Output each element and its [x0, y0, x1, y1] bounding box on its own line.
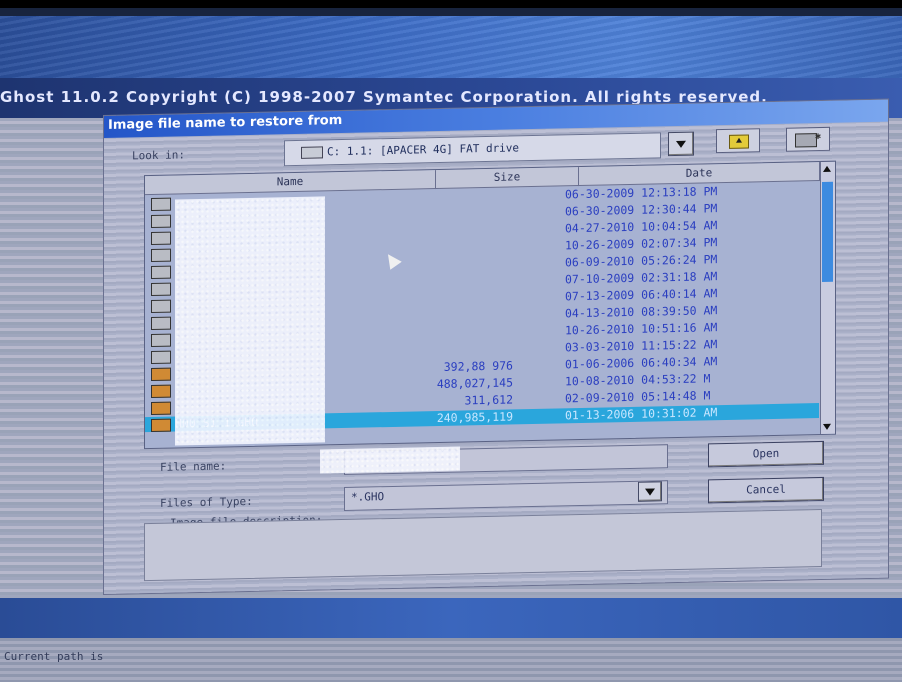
open-button[interactable]: Open	[708, 440, 824, 468]
file-size-cell	[385, 273, 513, 276]
dialog-title: Image file name to restore from	[108, 113, 343, 133]
up-one-level-button[interactable]	[716, 128, 760, 154]
scroll-down-icon[interactable]	[823, 423, 831, 430]
scroll-up-icon[interactable]	[823, 165, 831, 172]
folder-icon	[151, 231, 171, 246]
app-title: Ghost 11.0.2 Copyright (C) 1998-2007 Sym…	[0, 88, 768, 106]
image-file-icon	[151, 384, 171, 399]
file-size-cell: 240,985,119	[436, 409, 513, 426]
folder-icon	[151, 316, 171, 331]
drive-icon	[301, 146, 323, 159]
redaction-mask	[175, 196, 325, 446]
image-file-icon	[151, 418, 171, 433]
file-date-cell: 01-13-2006 10:31:02 AM	[565, 405, 718, 423]
folder-icon	[151, 282, 171, 297]
folder-icon	[151, 197, 171, 212]
scroll-thumb[interactable]	[822, 181, 833, 282]
sparkle-icon: ✱	[815, 130, 822, 143]
file-date-cell: 04-27-2010 10:04:54 AM	[565, 218, 718, 236]
cancel-button[interactable]: Cancel	[708, 476, 824, 504]
file-size-cell	[385, 256, 513, 259]
file-date-cell: 10-26-2010 10:51:16 AM	[565, 320, 718, 338]
folder-icon	[151, 265, 171, 280]
file-date-cell: 03-03-2010 11:15:22 AM	[565, 337, 718, 355]
folder-icon	[151, 333, 171, 348]
file-name-label: File name:	[160, 459, 227, 474]
file-size-cell	[385, 324, 513, 327]
restore-image-dialog: Image file name to restore from Look in:…	[104, 99, 888, 594]
file-size-cell	[385, 290, 513, 293]
file-size-cell: 488,027,145	[436, 375, 513, 392]
file-size-cell	[385, 222, 513, 225]
status-bar: Current path is	[0, 638, 902, 682]
file-size-cell	[385, 341, 513, 344]
file-date-cell: 10-26-2009 02:07:34 PM	[565, 235, 718, 253]
file-date-cell: 07-10-2009 02:31:18 AM	[565, 269, 718, 287]
new-folder-button[interactable]: ✱	[786, 126, 830, 152]
chevron-down-icon	[645, 488, 655, 496]
file-date-cell: 02-09-2010 05:14:48 M	[565, 388, 711, 406]
files-of-type-value: *.GHO	[351, 490, 385, 504]
file-size-cell: 311,612	[464, 392, 513, 408]
file-date-cell: 07-13-2009 06:40:14 AM	[565, 286, 718, 304]
file-size-cell	[385, 307, 513, 310]
image-file-icon	[151, 367, 171, 382]
monitor-screen: Ghost 11.0.2 Copyright (C) 1998-2007 Sym…	[0, 0, 902, 682]
look-in-dropdown-button[interactable]	[668, 131, 694, 157]
image-file-icon	[151, 401, 171, 416]
file-size-cell	[385, 239, 513, 242]
file-size-cell: 392,88 976	[443, 358, 513, 374]
files-of-type-dropdown-button[interactable]	[638, 481, 662, 502]
lower-banner	[0, 598, 902, 638]
file-list[interactable]: Name Size Date 06-30-2009 12:13:18 PM 06-…	[144, 160, 836, 450]
file-date-cell: 06-30-2009 12:30:44 PM	[565, 201, 718, 219]
column-header-size[interactable]: Size	[436, 167, 579, 190]
folder-icon	[151, 350, 171, 365]
look-in-label: Look in:	[132, 148, 185, 163]
folder-icon	[151, 299, 171, 314]
file-date-cell: 04-13-2010 08:39:50 AM	[565, 303, 718, 321]
chevron-down-icon	[676, 140, 686, 149]
file-date-cell: 06-09-2010 05:26:24 PM	[565, 252, 718, 270]
redaction-mask	[320, 446, 460, 474]
new-folder-icon	[795, 133, 817, 148]
file-date-cell: 01-06-2006 06:40:34 AM	[565, 354, 718, 372]
vertical-scrollbar[interactable]	[820, 161, 835, 435]
folder-icon	[151, 248, 171, 263]
look-in-value: C: 1.1: [APACER 4G] FAT drive	[327, 141, 520, 159]
files-of-type-select[interactable]: *.GHO	[344, 480, 668, 511]
file-date-cell: 10-08-2010 04:53:22 M	[565, 371, 711, 389]
files-of-type-label: Files of Type:	[160, 494, 253, 510]
look-in-select[interactable]: C: 1.1: [APACER 4G] FAT drive	[284, 132, 661, 167]
current-path-label: Current path is	[4, 650, 104, 663]
up-folder-icon	[729, 134, 749, 149]
file-size-cell	[385, 205, 513, 208]
folder-icon	[151, 214, 171, 229]
